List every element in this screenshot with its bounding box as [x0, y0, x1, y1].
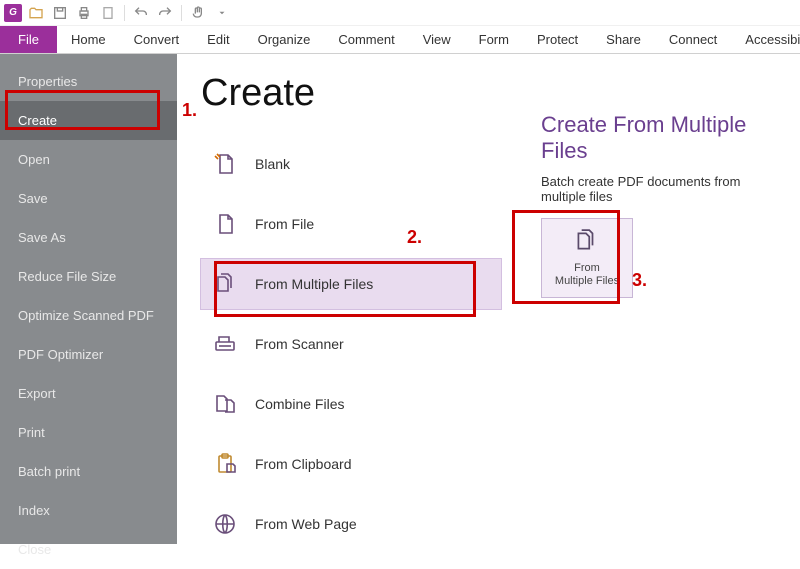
detail-panel: Create From Multiple Files Batch create … — [541, 72, 776, 526]
content-area: Create Blank From File From Multiple Fil… — [177, 54, 800, 544]
create-options-column: Create Blank From File From Multiple Fil… — [201, 72, 501, 526]
tab-connect[interactable]: Connect — [655, 26, 731, 53]
sidebar-item-open[interactable]: Open — [0, 140, 177, 179]
ribbon-tabs: File Home Convert Edit Organize Comment … — [0, 26, 800, 54]
tab-edit[interactable]: Edit — [193, 26, 243, 53]
file-menu-sidebar: Properties Create Open Save Save As Redu… — [0, 54, 177, 544]
sidebar-item-close[interactable]: Close — [0, 530, 177, 569]
sidebar-item-pdf-optimizer[interactable]: PDF Optimizer — [0, 335, 177, 374]
sidebar-item-save-as[interactable]: Save As — [0, 218, 177, 257]
redo-icon[interactable] — [155, 3, 175, 23]
sidebar-item-save[interactable]: Save — [0, 179, 177, 218]
option-label: From Web Page — [255, 516, 357, 532]
sidebar-item-reduce-file-size[interactable]: Reduce File Size — [0, 257, 177, 296]
blank-doc-icon[interactable] — [98, 3, 118, 23]
scanner-icon — [211, 331, 239, 357]
tab-comment[interactable]: Comment — [324, 26, 408, 53]
option-blank[interactable]: Blank — [201, 139, 501, 189]
tab-share[interactable]: Share — [592, 26, 655, 53]
option-label: Blank — [255, 156, 290, 172]
option-label: From Scanner — [255, 336, 344, 352]
tab-organize[interactable]: Organize — [244, 26, 325, 53]
sidebar-item-export[interactable]: Export — [0, 374, 177, 413]
option-from-clipboard[interactable]: From Clipboard — [201, 439, 501, 489]
tab-form[interactable]: Form — [465, 26, 523, 53]
option-combine-files[interactable]: Combine Files — [201, 379, 501, 429]
page-title: Create — [201, 72, 501, 115]
panel-title: Create From Multiple Files — [541, 112, 776, 164]
sidebar-item-print[interactable]: Print — [0, 413, 177, 452]
multiple-files-icon — [572, 228, 602, 256]
dropdown-icon[interactable] — [212, 3, 232, 23]
option-from-scanner[interactable]: From Scanner — [201, 319, 501, 369]
quick-access-toolbar: G — [0, 0, 800, 26]
tab-view[interactable]: View — [409, 26, 465, 53]
separator — [181, 5, 182, 21]
sidebar-item-create[interactable]: Create — [0, 101, 177, 140]
open-icon[interactable] — [26, 3, 46, 23]
sidebar-item-batch-print[interactable]: Batch print — [0, 452, 177, 491]
panel-description: Batch create PDF documents from multiple… — [541, 174, 776, 204]
globe-icon — [211, 511, 239, 537]
option-label: From Clipboard — [255, 456, 351, 472]
tab-convert[interactable]: Convert — [120, 26, 194, 53]
option-label: Combine Files — [255, 396, 344, 412]
multiple-files-icon — [211, 271, 239, 297]
print-icon[interactable] — [74, 3, 94, 23]
option-from-multiple-files[interactable]: From Multiple Files — [201, 259, 501, 309]
sidebar-item-properties[interactable]: Properties — [0, 62, 177, 101]
tab-accessibility[interactable]: Accessibility — [731, 26, 800, 53]
sidebar-item-optimize-scanned-pdf[interactable]: Optimize Scanned PDF — [0, 296, 177, 335]
app-logo-icon: G — [4, 4, 22, 22]
main-area: Properties Create Open Save Save As Redu… — [0, 54, 800, 544]
option-from-file[interactable]: From File — [201, 199, 501, 249]
save-icon[interactable] — [50, 3, 70, 23]
tile-from-multiple-files[interactable]: FromMultiple Files — [541, 218, 633, 298]
tab-protect[interactable]: Protect — [523, 26, 592, 53]
clipboard-icon — [211, 451, 239, 477]
combine-files-icon — [211, 391, 239, 417]
sidebar-item-index[interactable]: Index — [0, 491, 177, 530]
undo-icon[interactable] — [131, 3, 151, 23]
option-label: From Multiple Files — [255, 276, 373, 292]
option-label: From File — [255, 216, 314, 232]
blank-page-icon — [211, 151, 239, 177]
hand-tool-icon[interactable] — [188, 3, 208, 23]
tab-file[interactable]: File — [0, 26, 57, 53]
option-from-web-page[interactable]: From Web Page — [201, 499, 501, 549]
separator — [124, 5, 125, 21]
tile-label: FromMultiple Files — [555, 262, 619, 288]
file-icon — [211, 211, 239, 237]
tab-home[interactable]: Home — [57, 26, 120, 53]
